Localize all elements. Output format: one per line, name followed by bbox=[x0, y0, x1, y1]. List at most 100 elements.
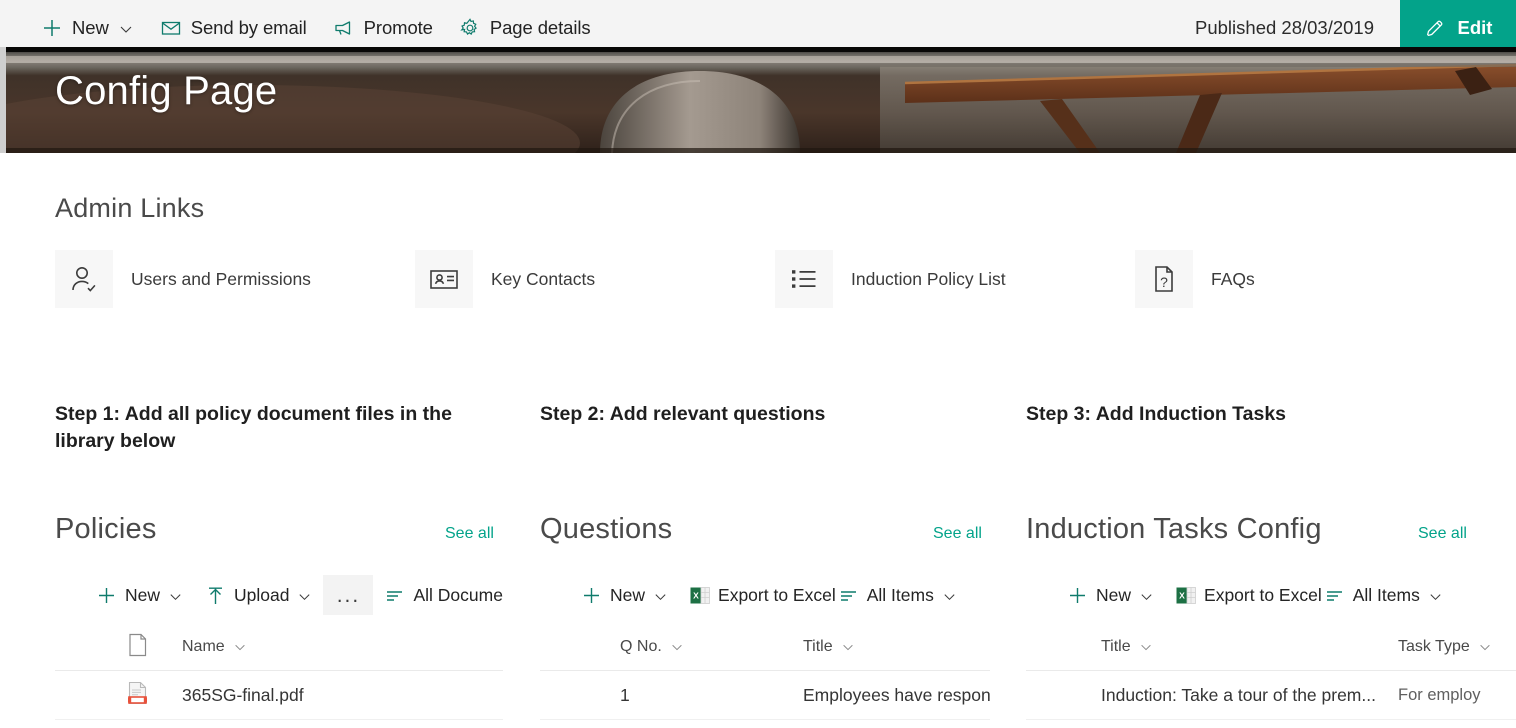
new-button-label: New bbox=[72, 17, 109, 38]
column-header-name[interactable]: Name bbox=[182, 623, 247, 671]
induction-tasks-export-to-excel-button[interactable]: X Export to Excel bbox=[1165, 575, 1322, 615]
chevron-down-icon bbox=[297, 588, 312, 603]
webpart-header: Policies See all bbox=[55, 513, 503, 563]
promote-label: Promote bbox=[363, 17, 433, 38]
induction-tasks-export-label: Export to Excel bbox=[1204, 584, 1322, 605]
induction-tasks-new-button[interactable]: New bbox=[1056, 575, 1165, 615]
questions-new-label: New bbox=[610, 584, 646, 605]
column-header-task-type-label: Task Type bbox=[1398, 638, 1470, 655]
gear-icon bbox=[459, 17, 481, 39]
quick-link-faqs[interactable]: ? FAQs bbox=[1135, 250, 1255, 308]
chevron-down-icon bbox=[670, 640, 684, 654]
quick-links-webpart: Users and Permissions Key Contacts Induc… bbox=[55, 250, 1465, 310]
page-title: Config Page bbox=[55, 69, 278, 113]
chevron-down-icon bbox=[233, 640, 247, 654]
svg-text:?: ? bbox=[1160, 274, 1168, 290]
ellipsis-icon: ... bbox=[336, 583, 361, 607]
plus-icon bbox=[581, 585, 602, 606]
policies-upload-label: Upload bbox=[234, 584, 290, 605]
quick-link-key-contacts[interactable]: Key Contacts bbox=[415, 250, 595, 308]
quick-link-label: Key Contacts bbox=[491, 268, 596, 289]
chevron-down-icon bbox=[1139, 588, 1154, 603]
svg-text:X: X bbox=[1179, 590, 1185, 600]
edit-button-label: Edit bbox=[1457, 17, 1493, 38]
questions-list-header: Q No. Title bbox=[540, 623, 990, 671]
excel-icon: X bbox=[1176, 585, 1196, 606]
bulleted-list-icon bbox=[775, 250, 833, 308]
svg-text:X: X bbox=[693, 590, 699, 600]
policies-view-selector[interactable]: All Documents bbox=[373, 575, 503, 615]
chevron-down-icon bbox=[168, 588, 183, 603]
user-check-icon bbox=[55, 250, 113, 308]
mail-icon bbox=[160, 17, 182, 39]
questions-list: Q No. Title 1 Employees have respons bbox=[540, 623, 990, 720]
chevron-down-icon bbox=[1428, 588, 1443, 603]
policies-new-button[interactable]: New bbox=[85, 575, 194, 615]
sharepoint-page: New Send by email Promote Page details P… bbox=[0, 0, 1516, 728]
webpart-title: Policies bbox=[55, 513, 157, 545]
megaphone-icon bbox=[333, 17, 355, 39]
quick-link-label: Users and Permissions bbox=[131, 268, 311, 289]
policies-toolbar: New Upload ... All Docume bbox=[85, 575, 503, 615]
see-all-link-questions[interactable]: See all bbox=[933, 525, 982, 543]
webpart-header: Questions See all bbox=[540, 513, 990, 563]
pencil-icon bbox=[1424, 17, 1446, 39]
webpart-title: Questions bbox=[540, 513, 673, 545]
questions-new-button[interactable]: New bbox=[570, 575, 679, 615]
policies-more-commands-button[interactable]: ... bbox=[323, 575, 374, 615]
row-title-cell[interactable]: Employees have respons bbox=[803, 671, 990, 720]
questions-view-selector[interactable]: All Items bbox=[836, 575, 968, 615]
contact-card-icon bbox=[415, 250, 473, 308]
step-2-heading: Step 2: Add relevant questions bbox=[540, 403, 826, 425]
webpart-induction-tasks-config: Induction Tasks Config See all New X Exp… bbox=[1026, 513, 1516, 728]
chevron-down-icon bbox=[1139, 640, 1153, 654]
plus-icon bbox=[1067, 585, 1088, 606]
induction-tasks-view-label: All Items bbox=[1352, 584, 1420, 605]
column-header-task-type[interactable]: Task Type bbox=[1398, 623, 1492, 671]
page-hero-banner: Config Page bbox=[0, 47, 1516, 153]
webpart-row: Policies See all New Upload ... All Docu… bbox=[0, 513, 1516, 728]
upload-arrow-icon bbox=[205, 585, 226, 606]
row-name-cell[interactable]: 365SG-final.pdf bbox=[182, 671, 304, 720]
policies-list: Name 365SG-final.pdf bbox=[55, 623, 503, 720]
row-file-icon-cell bbox=[127, 671, 148, 720]
column-gutter-2 bbox=[991, 513, 1026, 728]
policies-list-header: Name bbox=[55, 623, 503, 671]
policies-view-label: All Documents bbox=[413, 584, 503, 605]
column-header-name-label: Name bbox=[182, 638, 225, 655]
see-all-link-policies[interactable]: See all bbox=[445, 525, 494, 543]
column-header-title[interactable]: Title bbox=[803, 623, 855, 671]
plus-icon bbox=[41, 17, 63, 39]
admin-links-heading: Admin Links bbox=[55, 193, 205, 223]
published-status: Published 28/03/2019 bbox=[1195, 17, 1374, 38]
quick-link-label: Induction Policy List bbox=[851, 268, 1006, 289]
step-1-heading: Step 1: Add all policy document files in… bbox=[55, 403, 452, 452]
questions-export-to-excel-button[interactable]: X Export to Excel bbox=[679, 575, 836, 615]
quick-link-users-and-permissions[interactable]: Users and Permissions bbox=[55, 250, 311, 308]
table-row[interactable]: 1 Employees have respons bbox=[540, 671, 990, 720]
excel-icon: X bbox=[690, 585, 710, 606]
row-task-type-cell: For employ bbox=[1398, 686, 1481, 704]
table-row[interactable]: 365SG-final.pdf bbox=[55, 671, 503, 720]
page-canvas: Admin Links Users and Permissions Key Co… bbox=[0, 153, 1516, 728]
row-title-cell[interactable]: Induction: Take a tour of the prem... bbox=[1101, 671, 1376, 720]
webpart-questions: Questions See all New X Export to Excel … bbox=[540, 513, 990, 728]
see-all-link-induction-tasks[interactable]: See all bbox=[1418, 525, 1467, 543]
hero-left-edge bbox=[0, 47, 6, 153]
column-header-q-no[interactable]: Q No. bbox=[620, 623, 684, 671]
induction-tasks-list: Title Task Type Induction: Take a tour o… bbox=[1026, 623, 1516, 720]
webpart-header: Induction Tasks Config See all bbox=[1026, 513, 1516, 563]
policies-new-label: New bbox=[125, 584, 161, 605]
chevron-down-icon bbox=[118, 20, 134, 36]
column-header-title[interactable]: Title bbox=[1101, 623, 1153, 671]
table-row[interactable]: Induction: Take a tour of the prem... Fo… bbox=[1026, 671, 1516, 720]
quick-link-label: FAQs bbox=[1211, 268, 1255, 289]
policies-upload-button[interactable]: Upload bbox=[194, 575, 323, 615]
webpart-title: Induction Tasks Config bbox=[1026, 513, 1322, 545]
column-header-file-type[interactable] bbox=[127, 623, 148, 671]
induction-tasks-view-selector[interactable]: All Items bbox=[1322, 575, 1454, 615]
column-header-title-label: Title bbox=[803, 638, 833, 655]
quick-link-induction-policy-list[interactable]: Induction Policy List bbox=[775, 250, 1006, 308]
pdf-file-icon bbox=[127, 681, 148, 710]
chevron-down-icon bbox=[1478, 640, 1492, 654]
